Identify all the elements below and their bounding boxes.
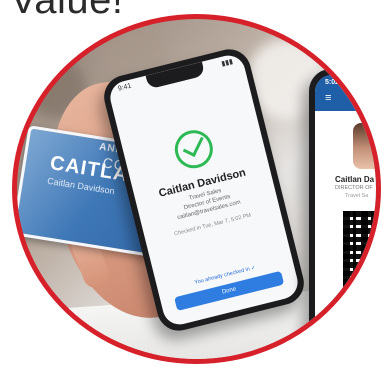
badge-screen: 5:02 ≡ Caitlan Da DIRECTOR OF Travel Sa: [315, 75, 376, 353]
avatar: [353, 123, 376, 169]
status-time: 5:02: [325, 79, 340, 86]
status-signal: ▮▮▮: [220, 58, 234, 68]
headline: Value!: [10, 0, 124, 22]
status-time: 9:41: [117, 82, 133, 93]
attendee-company: Travel Sa: [345, 193, 369, 199]
phone-badge: 5:02 ≡ Caitlan Da DIRECTOR OF Travel Sa: [309, 69, 376, 359]
attendee-role: DIRECTOR OF: [335, 185, 373, 191]
qr-code-icon: [343, 211, 376, 303]
event-checkin-photo: ANNUAL CONFERENCE CAITLAN Caitlan Davids…: [12, 14, 381, 364]
app-bar: 5:02 ≡: [315, 75, 376, 111]
menu-icon[interactable]: ≡: [325, 93, 331, 104]
attendee-name: Caitlan Da: [335, 175, 375, 184]
